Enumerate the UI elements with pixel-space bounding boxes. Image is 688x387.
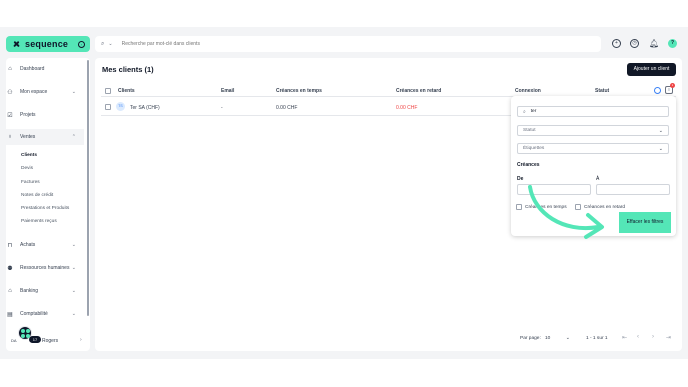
- per-page-value: 10: [545, 335, 551, 341]
- row-checkbox[interactable]: [105, 104, 111, 110]
- statut-placeholder: Statut: [523, 128, 536, 133]
- history-icon[interactable]: ◷: [630, 39, 639, 48]
- user-name[interactable]: Rogers: [42, 338, 58, 344]
- sidebar-item-label: Dashboard: [20, 66, 45, 72]
- user-initials: DA: [11, 338, 17, 343]
- sidebar-item-comptabilite[interactable]: ▤ Comptabilité ⌄: [0, 306, 84, 322]
- chevron-down-icon: ⌄: [71, 265, 76, 271]
- sidebar-item-banking[interactable]: ⌂ Banking ⌄: [0, 283, 84, 299]
- chevron-up-icon: ⌃: [71, 134, 76, 140]
- etiquettes-placeholder: Étiquettes: [523, 146, 545, 151]
- to-label: À: [596, 176, 600, 182]
- logo-mark-icon: [13, 41, 20, 48]
- checkbox-icon: ☑: [7, 112, 13, 119]
- chevron-down-icon: ⌄: [71, 242, 76, 248]
- pagination-range: 1 - 1 sur 1: [586, 336, 608, 341]
- notification-count-badge: 17: [29, 336, 41, 343]
- first-page-icon[interactable]: ⇤: [622, 334, 627, 341]
- previous-page-icon[interactable]: ‹: [637, 334, 639, 340]
- filter-search-field[interactable]: ⌕ ter: [517, 106, 669, 117]
- sidebar-item-rh[interactable]: ⚉ Ressources humaines ⌄: [0, 260, 84, 276]
- chevron-down-icon[interactable]: ⌄: [108, 41, 112, 47]
- sidebar-subitem-notes-de-credit[interactable]: Notes de crédit: [21, 193, 53, 198]
- on-time-checkbox[interactable]: [516, 204, 522, 210]
- filter-count-badge: 1: [670, 83, 675, 88]
- bag-icon: ⊓: [7, 242, 13, 249]
- select-all-checkbox[interactable]: [105, 88, 111, 94]
- ledger-icon: ▤: [7, 311, 13, 318]
- statut-select[interactable]: Statut ⌄: [517, 125, 669, 136]
- sidebar-item-label: Mon espace: [20, 89, 48, 95]
- sidebar-item-label: Banking: [20, 288, 39, 294]
- next-page-icon[interactable]: ›: [652, 334, 654, 340]
- last-page-icon[interactable]: ⇥: [666, 334, 671, 341]
- sidebar-subitem-paiements[interactable]: Paiements reçus: [21, 219, 57, 224]
- chevron-down-icon: ⌄: [71, 89, 76, 95]
- sidebar-subitem-clients[interactable]: Clients: [21, 153, 37, 158]
- global-search[interactable]: ⌕ ⌄: [95, 36, 601, 52]
- bank-icon: ⌂: [8, 288, 12, 294]
- sidebar-item-achats[interactable]: ⊓ Achats ⌄: [0, 237, 84, 253]
- chevron-right-icon[interactable]: ›: [80, 337, 82, 343]
- people-icon: ⚉: [7, 265, 13, 272]
- bell-icon[interactable]: 🔔︎: [649, 39, 659, 48]
- sidebar-item-label: Ventes: [20, 134, 36, 140]
- creances-label: Créances: [517, 162, 540, 168]
- sidebar-item-mon-espace[interactable]: ⚇ Mon espace ⌄: [0, 84, 84, 100]
- sidebar-item-label: Projets: [20, 112, 36, 118]
- sidebar-item-projets[interactable]: ☑ Projets: [0, 107, 84, 123]
- column-header-connexion[interactable]: Connexion: [515, 88, 541, 94]
- search-icon: ⌕: [523, 109, 526, 115]
- column-header-email[interactable]: Email: [221, 88, 234, 94]
- sidebar-item-label: Achats: [20, 242, 36, 248]
- client-email: -: [221, 105, 223, 111]
- client-on-time-amount: 0.00 CHF: [276, 105, 298, 111]
- column-header-clients[interactable]: Clients: [118, 88, 135, 94]
- client-initials-badge: TS: [116, 102, 125, 111]
- clear-filters-button[interactable]: Effacer les filtres: [619, 212, 671, 233]
- tutorial-arrow: [528, 185, 604, 239]
- workspace-icon[interactable]: ◦: [78, 40, 85, 48]
- client-name[interactable]: Ter SA (CHF): [130, 105, 160, 111]
- brand-name: sequence: [25, 39, 69, 49]
- add-client-button[interactable]: Ajouter un client: [627, 63, 676, 76]
- brand-logo[interactable]: sequence ◦: [6, 36, 90, 52]
- sidebar-item-ventes[interactable]: ♁ Ventes ⌃: [0, 129, 84, 145]
- add-circle-icon[interactable]: +: [612, 39, 621, 48]
- help-icon[interactable]: ?: [668, 39, 677, 48]
- filter-search-value: ter: [530, 109, 537, 114]
- etiquettes-select[interactable]: Étiquettes ⌄: [517, 143, 669, 154]
- column-header-late[interactable]: Créances en retard: [396, 88, 441, 94]
- column-header-statut[interactable]: Statut: [595, 88, 609, 94]
- chevron-down-icon: ⌄: [71, 311, 76, 317]
- column-header-on-time[interactable]: Créances en temps: [276, 88, 322, 94]
- sidebar-item-label: Comptabilité: [20, 311, 48, 317]
- per-page-label: Par page:: [520, 336, 541, 341]
- money-bag-icon: ♁: [7, 134, 13, 140]
- page-title: Mes clients (1): [102, 65, 154, 74]
- user-icon: ⚇: [7, 89, 13, 96]
- settings-icon[interactable]: [654, 87, 661, 94]
- sidebar-subitem-factures[interactable]: Factures: [21, 180, 40, 185]
- sidebar-subitem-devis[interactable]: Devis: [21, 166, 33, 171]
- sidebar-subitem-prestations[interactable]: Prestations et Produits: [21, 206, 69, 211]
- chevron-down-icon: ⌄: [71, 288, 76, 294]
- sidebar-item-dashboard[interactable]: ⌂ Dashboard: [0, 61, 84, 77]
- chevron-down-icon: ⌄: [565, 335, 570, 341]
- per-page-select[interactable]: 10 ⌄: [543, 333, 571, 343]
- client-late-amount: 0.00 CHF: [396, 105, 418, 111]
- chevron-down-icon: ⌄: [658, 127, 663, 134]
- sidebar-scrollbar[interactable]: [87, 60, 89, 316]
- search-icon: ⌕: [101, 40, 105, 47]
- sidebar-item-label: Ressources humaines: [20, 265, 70, 271]
- from-label: De: [517, 176, 524, 182]
- home-icon: ⌂: [8, 66, 12, 72]
- chevron-down-icon: ⌄: [658, 145, 663, 152]
- search-input[interactable]: [121, 41, 422, 47]
